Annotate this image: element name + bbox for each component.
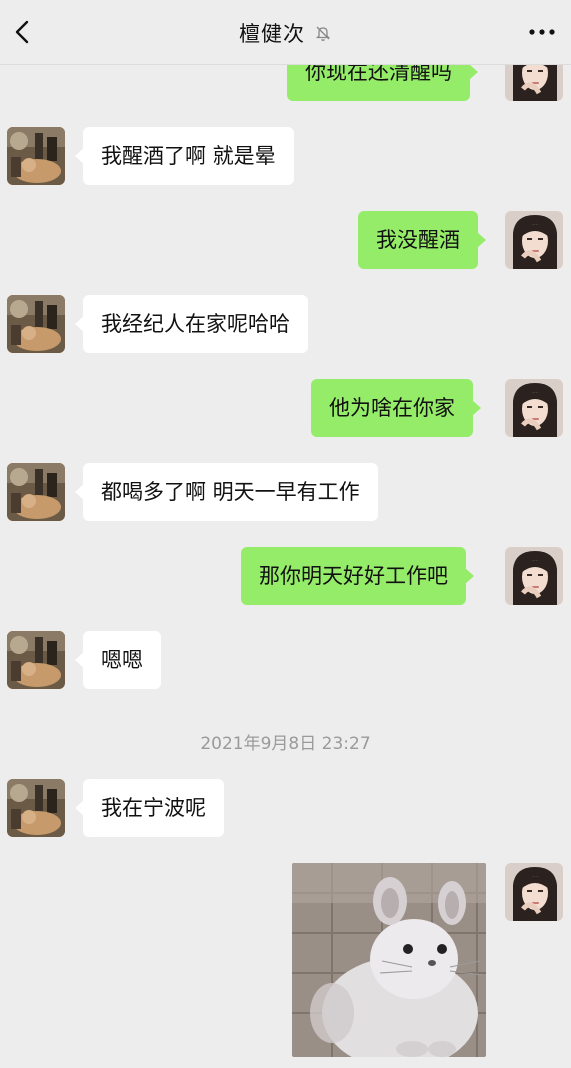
- avatar-self[interactable]: [505, 863, 563, 921]
- chat-area[interactable]: 你现在还清醒吗 我醒酒了啊 就是晕 我没醒酒 我经纪人在家呢哈哈 他为啥在你家 …: [0, 0, 571, 1068]
- avatar-contact[interactable]: [7, 463, 65, 521]
- message-text: 我醒酒了啊 就是晕: [101, 144, 276, 168]
- avatar-self[interactable]: [505, 211, 563, 269]
- message-text: 那你明天好好工作吧: [259, 564, 448, 588]
- message-bubble-sent[interactable]: 那你明天好好工作吧: [241, 547, 474, 605]
- message-text: 我没醒酒: [376, 228, 460, 252]
- chat-title-container: 檀健次: [0, 18, 571, 48]
- bell-off-icon: [314, 24, 332, 42]
- ellipsis-icon[interactable]: [527, 22, 557, 42]
- avatar-self[interactable]: [505, 379, 563, 437]
- message-text: 他为啥在你家: [329, 396, 455, 420]
- message-text: 都喝多了啊 明天一早有工作: [101, 480, 360, 504]
- chat-header: 檀健次: [0, 0, 571, 65]
- message-timestamp: 2021年9月8日 23:27: [200, 734, 371, 754]
- message-bubble-sent[interactable]: 他为啥在你家: [311, 379, 481, 437]
- message-bubble-received[interactable]: 我经纪人在家呢哈哈: [75, 295, 308, 353]
- avatar-contact[interactable]: [7, 631, 65, 689]
- avatar-contact[interactable]: [7, 295, 65, 353]
- message-bubble-received[interactable]: 嗯嗯: [75, 631, 161, 689]
- avatar-self[interactable]: [505, 547, 563, 605]
- chinchilla-sticker[interactable]: [292, 863, 486, 1057]
- message-bubble-sent[interactable]: 我没醒酒: [358, 211, 486, 269]
- message-bubble-received[interactable]: 都喝多了啊 明天一早有工作: [75, 463, 378, 521]
- message-bubble-received[interactable]: 我在宁波呢: [75, 779, 224, 837]
- message-text: 我经纪人在家呢哈哈: [101, 312, 290, 336]
- message-bubble-received[interactable]: 我醒酒了啊 就是晕: [75, 127, 294, 185]
- message-text: 我在宁波呢: [101, 796, 206, 820]
- chat-title[interactable]: 檀健次: [239, 22, 305, 46]
- avatar-contact[interactable]: [7, 127, 65, 185]
- avatar-contact[interactable]: [7, 779, 65, 837]
- message-text: 嗯嗯: [101, 648, 143, 672]
